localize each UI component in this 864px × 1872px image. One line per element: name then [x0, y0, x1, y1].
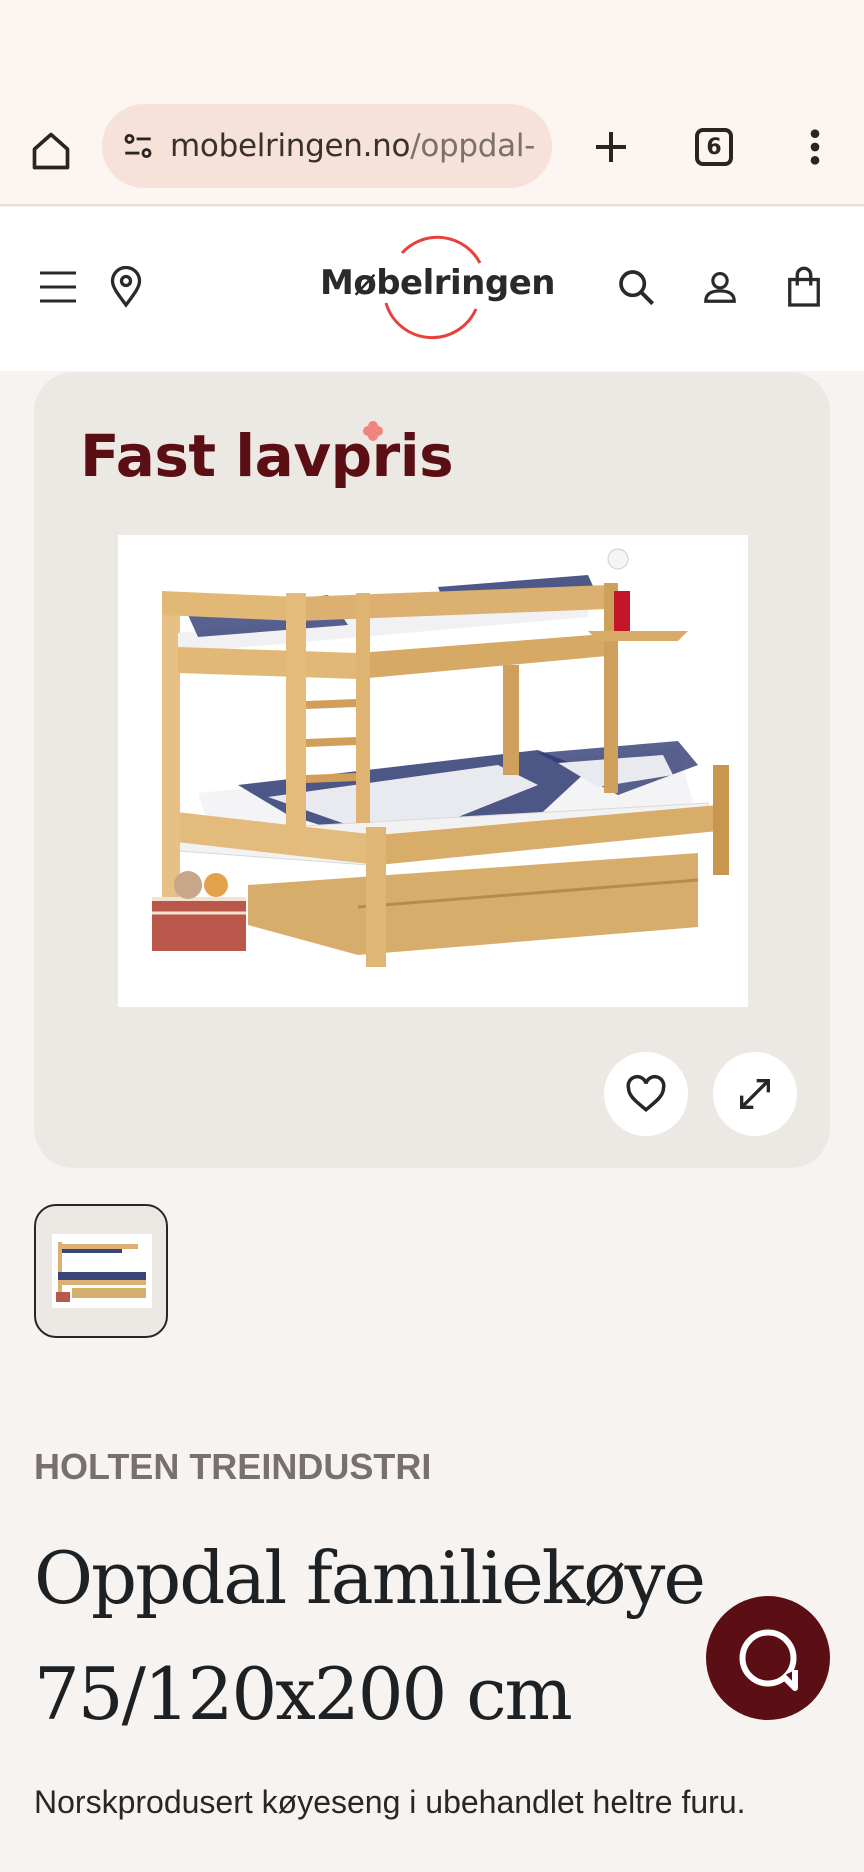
- expand-image-button[interactable]: [713, 1052, 797, 1136]
- home-icon: [32, 132, 70, 170]
- product-image[interactable]: [118, 535, 748, 1007]
- flower-icon: [363, 421, 383, 441]
- product-title: Oppdal familiekøye 75/120x200 cm: [34, 1536, 706, 1736]
- site-header: Møbelringen: [0, 207, 864, 371]
- expand-icon: [740, 1079, 770, 1109]
- site-logo[interactable]: Møbelringen: [320, 233, 555, 345]
- address-bar[interactable]: mobelringen.no/oppdal-: [102, 104, 552, 188]
- status-bar-area: [0, 0, 864, 96]
- account-button[interactable]: [692, 259, 748, 315]
- browser-menu-button[interactable]: [790, 116, 840, 178]
- home-button[interactable]: [20, 120, 82, 182]
- product-gallery-card: Fast lavpris: [34, 372, 830, 1168]
- browser-toolbar: mobelringen.no/oppdal- 6: [0, 96, 864, 206]
- price-badge: Fast lavpris: [80, 422, 454, 490]
- tab-count: 6: [706, 134, 722, 160]
- site-info-icon[interactable]: [118, 126, 158, 166]
- favorite-button[interactable]: [604, 1052, 688, 1136]
- chat-icon: [739, 1629, 798, 1691]
- cart-button[interactable]: [776, 259, 832, 315]
- new-tab-button[interactable]: [580, 116, 642, 178]
- location-pin-icon: [110, 266, 142, 308]
- menu-button[interactable]: [30, 259, 86, 315]
- more-vert-icon: [810, 129, 820, 165]
- gallery-thumbnail[interactable]: [34, 1204, 168, 1338]
- tabs-icon: 6: [695, 128, 733, 166]
- plus-icon: [596, 132, 626, 162]
- product-brand[interactable]: HOLTEN TREINDUSTRI: [34, 1446, 431, 1488]
- search-icon: [619, 270, 655, 306]
- search-button[interactable]: [608, 259, 664, 315]
- tab-switcher-button[interactable]: 6: [686, 116, 742, 178]
- hamburger-menu-icon: [40, 271, 76, 303]
- logo-text: Møbelringen: [320, 263, 555, 303]
- url-text: mobelringen.no/oppdal-: [170, 128, 536, 164]
- store-locator-button[interactable]: [98, 259, 154, 315]
- cart-icon: [788, 266, 820, 307]
- chat-button[interactable]: [706, 1596, 830, 1720]
- heart-icon: [626, 1074, 666, 1113]
- product-description: Norskprodusert køyeseng i ubehandlet hel…: [34, 1784, 746, 1820]
- account-icon: [704, 271, 736, 303]
